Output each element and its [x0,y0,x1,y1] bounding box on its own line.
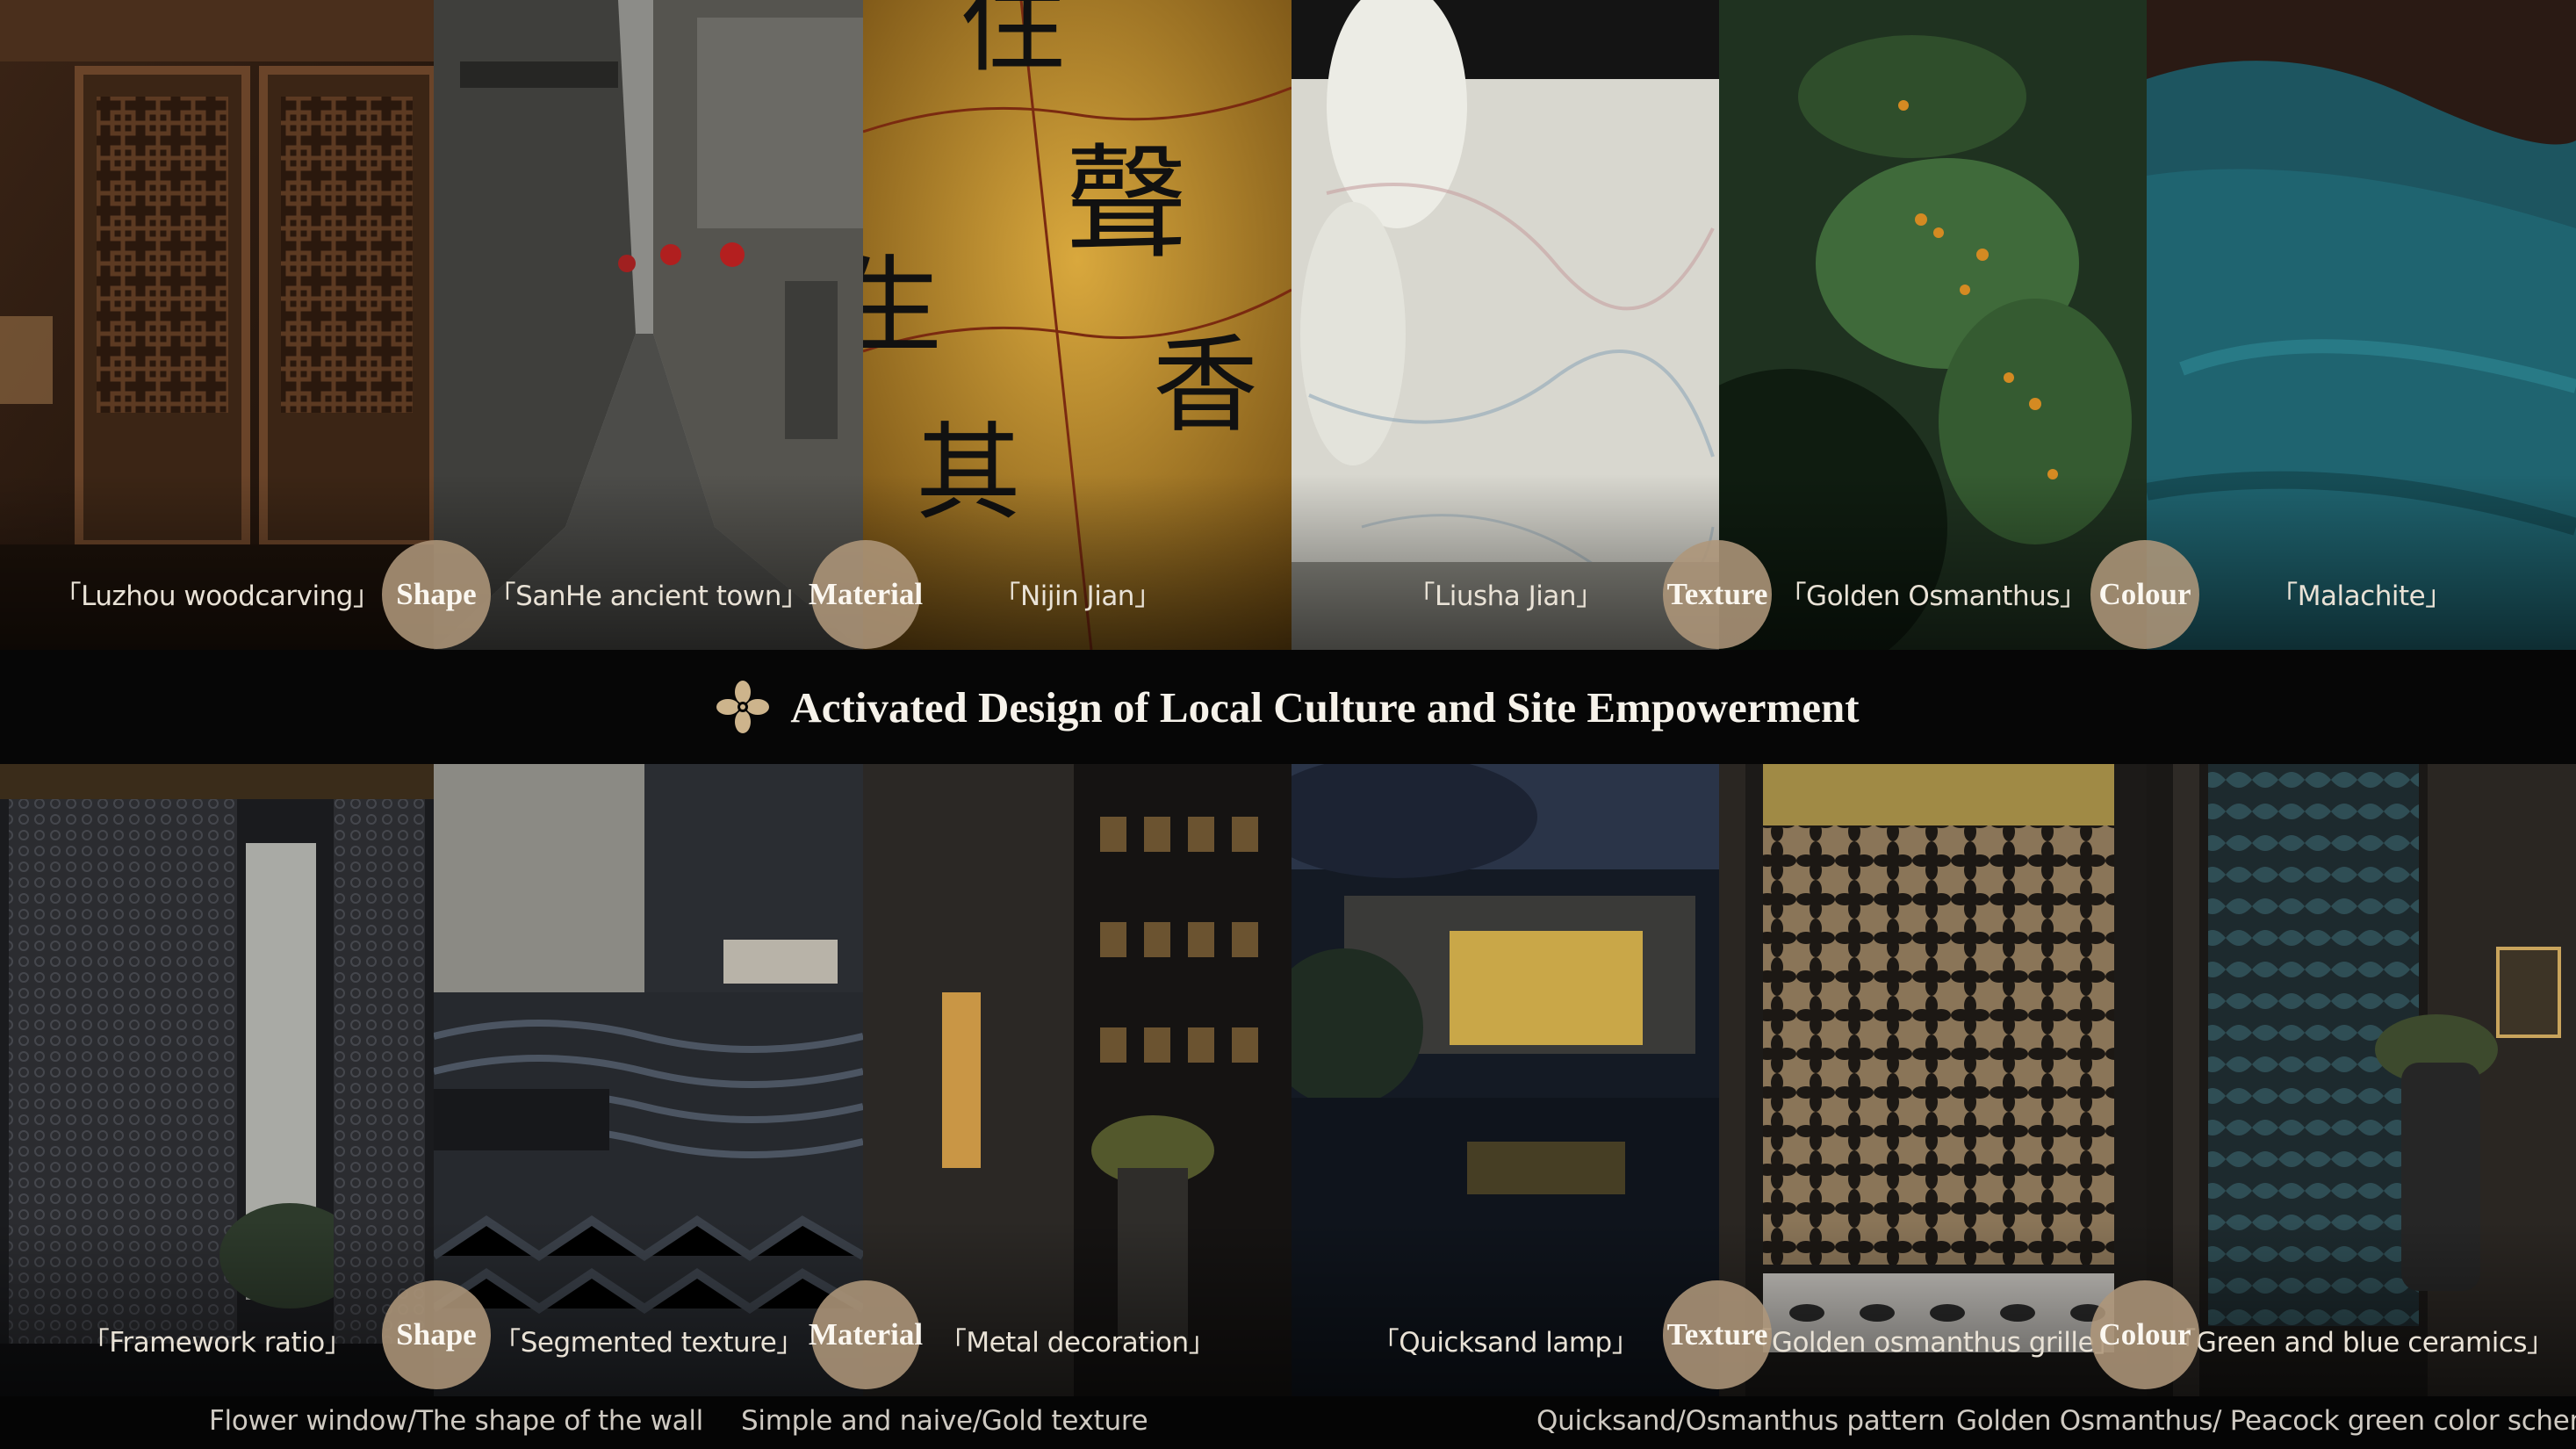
label-metal-decoration: 「Metal decoration」 [939,1327,1216,1359]
top-image-row: 「Luzhou woodcarving」 「SanHe ancient town… [0,0,2576,650]
label-golden-osmanthus-grille: 「Golden osmanthus grille」 [1745,1327,2121,1359]
image-panel-sanhe-ancient-town: 「SanHe ancient town」 [434,0,863,650]
image-panel-golden-osmanthus: 「Golden Osmanthus」 [1719,0,2147,650]
image-panel-liusha-jian: 「Liusha Jian」 [1292,0,1719,650]
badge-shape-bottom: Shape [382,1280,491,1389]
badge-texture-bottom: Texture [1663,1280,1772,1389]
label-golden-osmanthus: 「Golden Osmanthus」 [1779,580,2087,612]
label-liusha-jian: 「Liusha Jian」 [1407,580,1603,612]
title-band: Activated Design of Local Culture and Si… [0,650,2576,764]
badge-material-bottom: Material [809,1280,923,1389]
image-panel-metal-decoration: 「Metal decoration」 [863,764,1292,1396]
image-panel-quicksand-lamp: 「Quicksand lamp」 [1292,764,1719,1396]
caption-material: Simple and naive/Gold texture [741,1405,1148,1437]
image-panel-malachite: 「Malachite」 [2147,0,2576,650]
image-panel-segmented-texture: 「Segmented texture」 [434,764,863,1396]
bottom-image-row: 「Framework ratio」 「Segmented texture」 「M… [0,764,2576,1396]
calligraphy-char-2: 聲 [1065,133,1188,276]
label-malachite: 「Malachite」 [2270,580,2452,612]
image-panel-framework-ratio: 「Framework ratio」 [0,764,434,1396]
label-luzhou-woodcarving: 「Luzhou woodcarving」 [54,580,380,612]
caption-texture: Quicksand/Osmanthus pattern [1536,1405,1946,1437]
badge-colour-top: Colour [2090,540,2199,649]
label-sanhe-ancient-town: 「SanHe ancient town」 [488,580,809,612]
image-panel-green-blue-ceramics: 「Green and blue ceramics」 [2147,764,2576,1396]
badge-material-top: Material [809,540,923,649]
label-green-blue-ceramics: 「Green and blue ceramics」 [2169,1327,2554,1359]
badge-colour-bottom: Colour [2090,1280,2199,1389]
flower-ornament-icon [716,681,770,733]
label-nijin-jian: 「Nijin Jian」 [993,580,1162,612]
label-quicksand-lamp: 「Quicksand lamp」 [1371,1327,1639,1359]
caption-colour: Golden Osmanthus/ Peacock green color sc… [1956,1405,2576,1437]
image-panel-luzhou-woodcarving: 「Luzhou woodcarving」 [0,0,434,650]
caption-shape: Flower window/The shape of the wall [209,1405,703,1437]
badge-texture-top: Texture [1663,540,1772,649]
image-panel-golden-osmanthus-grille: 「Golden osmanthus grille」 [1719,764,2147,1396]
calligraphy-char-1: 住 [960,0,1065,87]
calligraphy-char-3: 生 [863,246,942,368]
badge-shape-top: Shape [382,540,491,649]
label-segmented-texture: 「Segmented texture」 [493,1327,803,1359]
calligraphy-char-5: 香 [1153,325,1258,447]
label-framework-ratio: 「Framework ratio」 [82,1327,352,1359]
page-title: Activated Design of Local Culture and Si… [790,682,1860,732]
image-panel-nijin-jian: 住 聲 生 其 香 「Nijin Jian」 [863,0,1292,650]
